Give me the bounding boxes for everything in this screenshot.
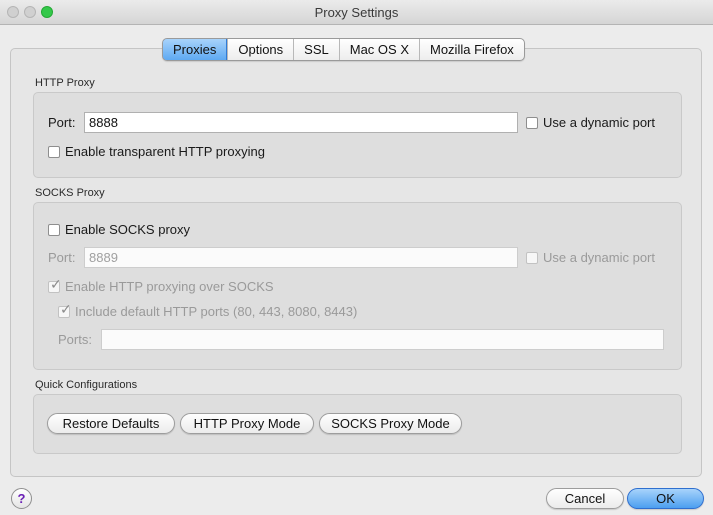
tab-mac-os-x[interactable]: Mac OS X: [338, 39, 419, 60]
include-default-ports-checkbox[interactable]: ✓ Include default HTTP ports (80, 443, 8…: [58, 302, 358, 319]
socks-port-input[interactable]: 8889: [84, 247, 518, 268]
checkbox-box: [526, 116, 538, 129]
socks-dynamic-port-checkbox[interactable]: Use a dynamic port: [526, 250, 655, 265]
socks-ports-input[interactable]: [101, 329, 664, 350]
checkbox-label: Enable SOCKS proxy: [65, 222, 191, 237]
tab-options[interactable]: Options: [227, 39, 293, 60]
http-port-label: Port:: [48, 115, 76, 130]
checkbox-box: ✓: [58, 302, 72, 318]
enable-socks-checkbox[interactable]: Enable SOCKS proxy: [48, 222, 190, 237]
http-over-socks-checkbox[interactable]: ✓ Enable HTTP proxying over SOCKS: [48, 277, 274, 294]
checkbox-box: [48, 223, 60, 236]
tab-bar: Proxies Options SSL Mac OS X Mozilla Fir…: [162, 38, 525, 61]
transparent-proxy-checkbox[interactable]: Enable transparent HTTP proxying: [48, 144, 265, 159]
checkbox-label: Use a dynamic port: [543, 115, 655, 130]
window-title: Proxy Settings: [314, 5, 399, 20]
http-proxy-section-label: HTTP Proxy: [35, 77, 95, 89]
tab-ssl[interactable]: SSL: [293, 39, 339, 60]
help-button[interactable]: ?: [11, 488, 32, 509]
socks-ports-label: Ports:: [58, 332, 92, 347]
checkmark-icon: ✓: [60, 300, 72, 317]
checkbox-box: ✓: [48, 277, 62, 293]
socks-port-label: Port:: [48, 250, 76, 265]
checkbox-label: Use a dynamic port: [543, 250, 655, 265]
checkbox-label: Enable transparent HTTP proxying: [65, 144, 265, 159]
checkbox-label: Enable HTTP proxying over SOCKS: [65, 279, 274, 294]
tab-mozilla-firefox[interactable]: Mozilla Firefox: [419, 39, 524, 60]
http-proxy-mode-button[interactable]: HTTP Proxy Mode: [180, 413, 314, 434]
socks-proxy-mode-button[interactable]: SOCKS Proxy Mode: [319, 413, 462, 434]
title-bar: Proxy Settings: [0, 0, 713, 25]
quick-config-section-label: Quick Configurations: [35, 379, 138, 391]
tab-proxies[interactable]: Proxies: [162, 39, 228, 60]
checkbox-box: [48, 145, 60, 158]
cancel-button[interactable]: Cancel: [546, 488, 624, 509]
http-port-input[interactable]: 8888: [84, 112, 518, 133]
checkmark-icon: ✓: [50, 275, 62, 292]
ok-button[interactable]: OK: [627, 488, 704, 509]
checkbox-label: Include default HTTP ports (80, 443, 808…: [75, 304, 358, 319]
http-proxy-group: [33, 92, 682, 178]
socks-proxy-section-label: SOCKS Proxy: [35, 187, 105, 199]
checkbox-box: [526, 251, 538, 264]
http-dynamic-port-checkbox[interactable]: Use a dynamic port: [526, 115, 655, 130]
restore-defaults-button[interactable]: Restore Defaults: [47, 413, 175, 434]
